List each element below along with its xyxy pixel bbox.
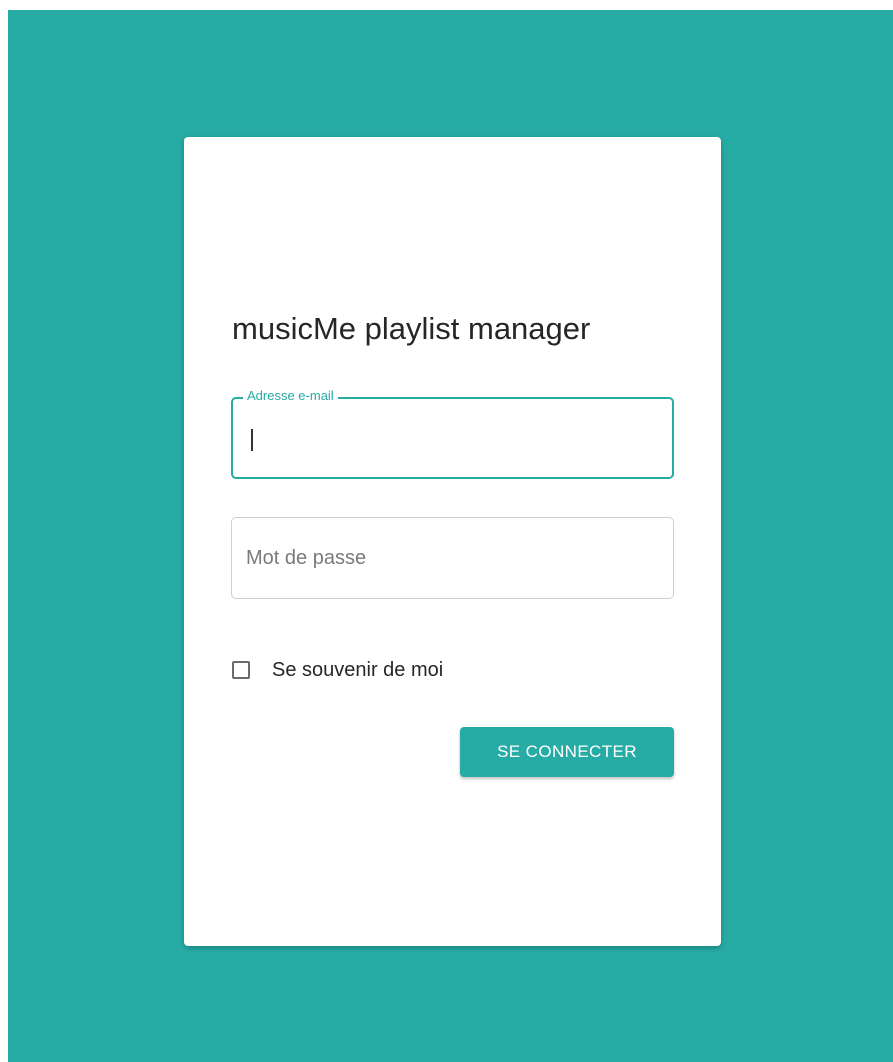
app-title: musicMe playlist manager xyxy=(232,311,591,346)
email-input[interactable] xyxy=(245,415,672,459)
remember-me-checkbox[interactable] xyxy=(232,661,250,679)
email-field-label: Adresse e-mail xyxy=(243,388,338,404)
login-card: musicMe playlist manager Adresse e-mail … xyxy=(184,137,721,946)
password-input[interactable] xyxy=(246,536,656,580)
text-caret xyxy=(251,429,253,451)
login-page-background: musicMe playlist manager Adresse e-mail … xyxy=(8,10,893,1062)
login-button[interactable]: SE CONNECTER xyxy=(460,727,674,777)
email-field[interactable]: Adresse e-mail xyxy=(231,388,674,479)
remember-me-label: Se souvenir de moi xyxy=(272,658,444,681)
remember-me[interactable]: Se souvenir de moi xyxy=(232,658,443,682)
password-field[interactable] xyxy=(231,517,674,599)
